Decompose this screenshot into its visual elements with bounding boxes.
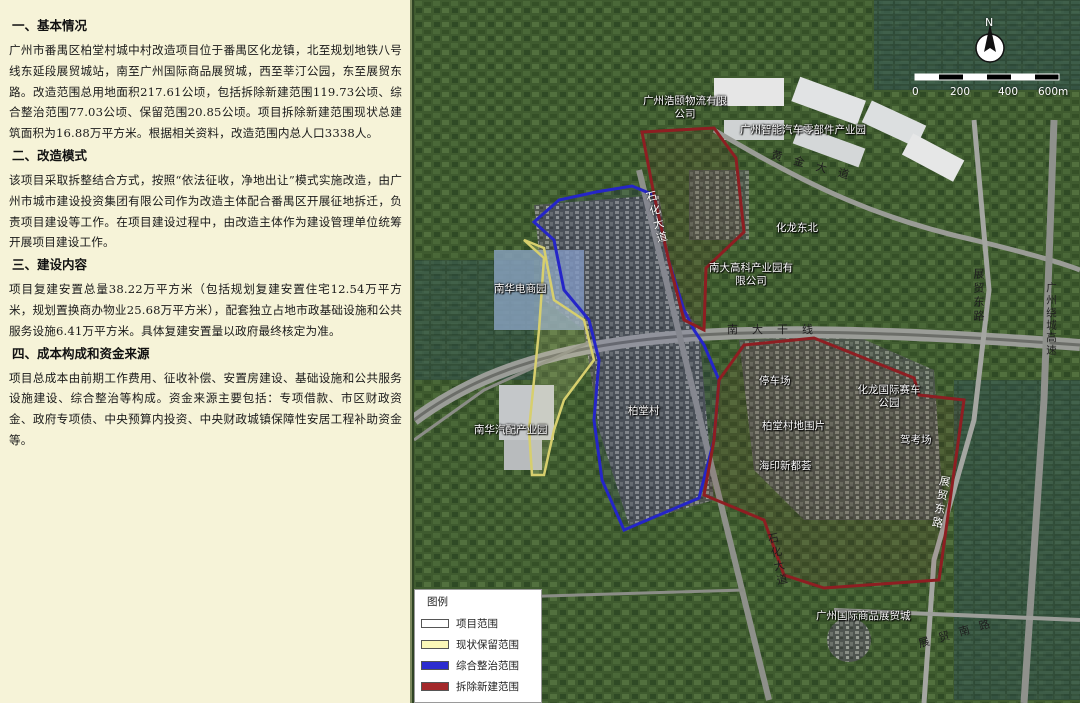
label-racing-park: 化龙国际赛车公园 xyxy=(857,384,921,409)
label-auto-accessory: 南华汽配产业园 xyxy=(474,424,548,436)
legend-item-project: 项目范围 xyxy=(421,613,535,634)
legend-label-project: 项目范围 xyxy=(456,618,498,630)
section-body-content: 项目复建安置总量38.22万平方米（包括规划复建安置住宅12.54万平方米，规划… xyxy=(9,282,402,338)
scale-tick-0: 0 xyxy=(912,86,919,98)
north-arrow: N xyxy=(974,16,1006,68)
scale-bar: 0 200 400 600m xyxy=(912,72,1068,102)
label-ecommerce: 南华电商园 xyxy=(494,283,547,295)
legend-swatch-demolish xyxy=(421,682,449,691)
legend-swatch-retain xyxy=(421,640,449,649)
legend-swatch-renovate xyxy=(421,661,449,670)
section-title-mode: 二、改造模式 xyxy=(12,147,88,163)
map-legend: 图例 项目范围 现状保留范围 综合整治范围 拆除新建范围 xyxy=(414,589,542,703)
road-zhanmao-east-north: 展贸东路 xyxy=(972,268,985,324)
legend-item-demolish: 拆除新建范围 xyxy=(421,676,535,697)
label-baitang-plot: 柏堂村地围片 xyxy=(762,420,825,432)
legend-item-renovate: 综合整治范围 xyxy=(421,655,535,676)
label-expo-city: 广州国际商品展贸城 xyxy=(816,610,911,622)
label-haiyin: 海印新都荟 xyxy=(759,460,812,472)
legend-label-retain: 现状保留范围 xyxy=(456,639,519,651)
scale-tick-600: 600m xyxy=(1038,86,1069,98)
section-title-funding: 四、成本构成和资金来源 xyxy=(12,345,150,361)
section-title-basic: 一、基本情况 xyxy=(12,18,88,33)
label-nandagaoke: 南大高科产业园有限公司 xyxy=(709,262,793,287)
section-title-content: 三、建设内容 xyxy=(12,257,88,273)
scale-tick-400: 400 xyxy=(998,86,1019,98)
road-nanda: 南大干线 xyxy=(727,323,827,336)
text-panel: 一、基本情况 广州市番禺区柏堂村城中村改造项目位于番禺区化龙镇，北至规划地铁八号… xyxy=(0,0,412,703)
label-parking: 停车场 xyxy=(759,375,791,387)
label-baitang: 柏堂村 xyxy=(628,405,660,417)
road-guangzhou-ring: 广州绕城高速 xyxy=(1045,282,1057,357)
label-huajie: 化龙东北 xyxy=(776,222,818,234)
legend-swatch-project xyxy=(421,619,449,628)
label-exam-field: 驾考场 xyxy=(900,434,932,446)
label-logistics: 广州浩颐物流有限公司 xyxy=(643,95,727,120)
section-body-mode: 该项目采取拆整结合方式，按照“依法征收，净地出让”模式实施改造，由广州市城市建设… xyxy=(9,172,402,250)
satellite-map[interactable]: 广州浩颐物流有限公司 广州智能汽车零部件产业园 化龙东北 南大高科产业园有限公司… xyxy=(414,0,1080,703)
section-body-funding: 项目总成本由前期工作费用、征收补偿、安置房建设、基础设施和公共服务设施建设、综合… xyxy=(9,370,402,447)
north-label: N xyxy=(985,16,994,29)
section-body-basic: 广州市番禺区柏堂村城中村改造项目位于番禺区化龙镇，北至规划地铁八号线东延段展贸城… xyxy=(9,43,402,141)
legend-title: 图例 xyxy=(427,596,448,608)
scale-tick-200: 200 xyxy=(950,86,971,98)
legend-item-retain: 现状保留范围 xyxy=(421,634,535,655)
label-auto-parts: 广州智能汽车零部件产业园 xyxy=(740,124,866,136)
legend-label-demolish: 拆除新建范围 xyxy=(456,681,519,693)
legend-label-renovate: 综合整治范围 xyxy=(456,660,519,672)
scale-bar-graphic xyxy=(914,73,1060,81)
